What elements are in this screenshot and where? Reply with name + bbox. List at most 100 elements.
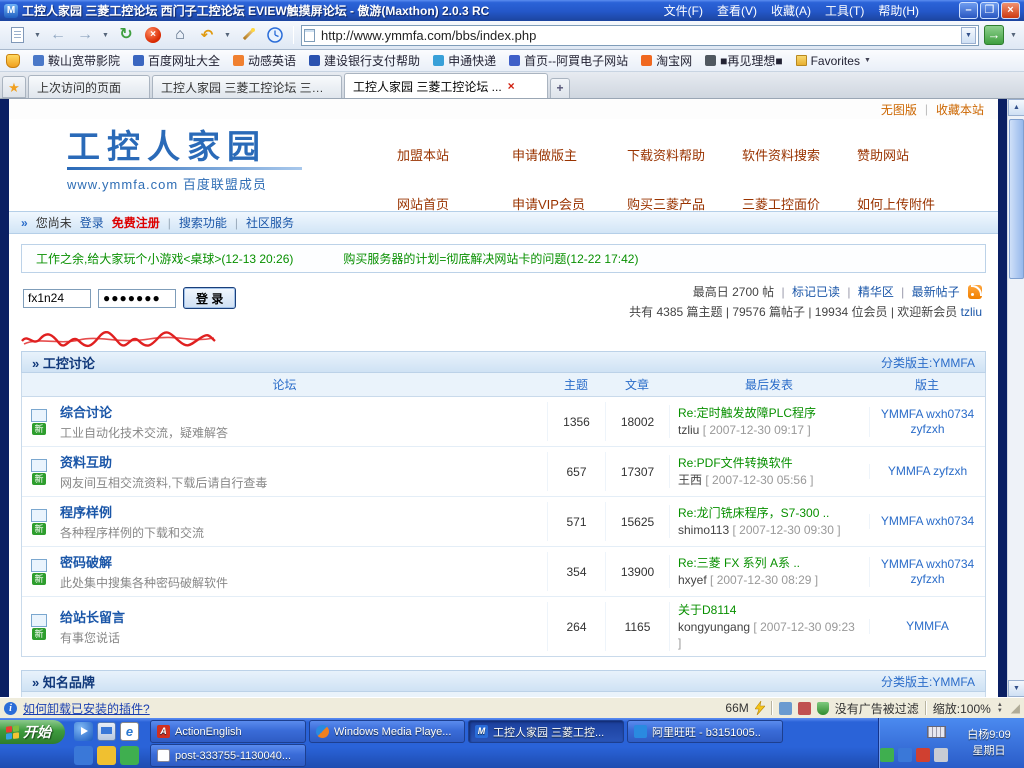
header-link[interactable]: 加盟本站 xyxy=(397,145,512,164)
proxy-icon[interactable] xyxy=(798,702,811,715)
bookmark-item[interactable]: 淘宝网 xyxy=(641,52,692,69)
history-caret-icon[interactable]: ▼ xyxy=(101,32,110,39)
address-dropdown-caret-icon[interactable]: ▼ xyxy=(961,27,976,44)
refresh-button[interactable]: ↻ xyxy=(115,24,137,46)
menu-file[interactable]: 文件(F) xyxy=(664,2,703,19)
taskbar-button-aliwangwang[interactable]: 阿里旺旺 - b3151005.. xyxy=(627,720,783,743)
home-button[interactable]: ⌂ xyxy=(169,24,191,46)
no-image-version-link[interactable]: 无图版 xyxy=(881,101,917,118)
magic-fill-button[interactable] xyxy=(237,24,259,46)
forum-name-link[interactable]: 资料互助 xyxy=(60,455,112,470)
ad-filter-shield-icon[interactable] xyxy=(817,702,829,715)
forum-name-link[interactable]: 密码破解 xyxy=(60,555,112,570)
zoom-arrows[interactable]: ▲▼ xyxy=(997,702,1003,714)
undo-button[interactable]: ↶ xyxy=(196,24,218,46)
header-link[interactable]: 软件资料搜索 xyxy=(742,145,857,164)
bookmarks-shield-icon[interactable] xyxy=(6,54,20,68)
header-link[interactable]: 赞助网站 xyxy=(857,145,972,164)
header-link[interactable]: 三菱工控面价 xyxy=(742,194,857,213)
menu-tools[interactable]: 工具(T) xyxy=(825,2,864,19)
username-input[interactable] xyxy=(23,289,91,308)
vertical-scrollbar[interactable]: ▲ ▼ xyxy=(1007,99,1024,697)
header-link[interactable]: 申请VIP会员 xyxy=(512,194,627,213)
moderators-link[interactable]: YMMFA wxh0734 zyfzxh xyxy=(869,407,985,437)
quick-launch-app-icon[interactable] xyxy=(120,746,139,765)
bookmark-site-link[interactable]: 收藏本站 xyxy=(936,101,984,118)
go-caret-icon[interactable]: ▼ xyxy=(1009,32,1018,39)
undo-caret-icon[interactable]: ▼ xyxy=(223,32,232,39)
forum-name-link[interactable]: 综合讨论 xyxy=(60,405,112,420)
tab-close-icon[interactable]: × xyxy=(508,80,515,92)
media-player-quick-icon[interactable] xyxy=(74,722,93,741)
close-button[interactable]: × xyxy=(1001,2,1020,19)
address-input[interactable] xyxy=(319,27,957,44)
maximize-button[interactable]: ❐ xyxy=(980,2,999,19)
new-page-caret-icon[interactable]: ▼ xyxy=(33,32,42,39)
last-post-author[interactable]: tzliu xyxy=(678,423,699,437)
section-moderator-link[interactable]: 分类版主:YMMFA xyxy=(881,673,975,690)
menu-help[interactable]: 帮助(H) xyxy=(878,2,919,19)
antivirus-tray-icon[interactable] xyxy=(880,748,894,762)
header-link[interactable]: 购买三菱产品 xyxy=(627,194,742,213)
moderators-link[interactable]: YMMFA xyxy=(869,619,985,634)
boost-bolt-icon[interactable] xyxy=(755,701,765,715)
moderators-link[interactable]: YMMFA zyfzxh xyxy=(869,464,985,479)
resize-grip[interactable]: ◢ xyxy=(1011,702,1020,714)
stop-button[interactable]: × xyxy=(142,24,164,46)
zoom-level[interactable]: 缩放:100% xyxy=(933,700,991,717)
section-moderator-link[interactable]: 分类版主:YMMFA xyxy=(881,354,975,371)
back-button[interactable]: ← xyxy=(47,24,69,46)
community-service-link[interactable]: 社区服务 xyxy=(246,214,294,231)
mark-read-link[interactable]: 标记已读 xyxy=(792,285,840,299)
forward-button[interactable]: → xyxy=(74,24,96,46)
new-member-link[interactable]: tzliu xyxy=(961,305,982,319)
show-desktop-icon[interactable] xyxy=(97,722,116,741)
last-post-link[interactable]: 关于D8114 xyxy=(678,602,861,618)
history-clock-button[interactable] xyxy=(264,24,286,46)
address-bar[interactable]: ▼ xyxy=(301,25,979,46)
last-post-author[interactable]: hxyef xyxy=(678,573,707,587)
menu-view[interactable]: 查看(V) xyxy=(717,2,757,19)
last-post-author[interactable]: 王西 xyxy=(678,473,702,487)
quick-launch-app-icon[interactable] xyxy=(97,746,116,765)
quick-launch-app-icon[interactable] xyxy=(74,746,93,765)
last-post-link[interactable]: Re:龙门铣床程序，S7-300 .. xyxy=(678,505,861,521)
section-title[interactable]: » 知名品牌 xyxy=(32,672,95,691)
newest-posts-link[interactable]: 最新帖子 xyxy=(912,285,960,299)
go-button[interactable]: → xyxy=(984,25,1004,45)
taskbar-button-wmp[interactable]: Windows Media Playe... xyxy=(309,720,465,743)
volume-tray-icon[interactable] xyxy=(934,748,948,762)
messenger-tray-icon[interactable] xyxy=(898,748,912,762)
scrollbar-thumb[interactable] xyxy=(1009,119,1024,279)
internet-explorer-icon[interactable]: e xyxy=(120,722,139,741)
login-button[interactable]: 登 录 xyxy=(183,287,236,309)
section-title[interactable]: » 工控讨论 xyxy=(32,353,95,372)
tab-forum-background[interactable]: 工控人家园 三菱工控论坛 三菱... xyxy=(152,75,342,98)
announcement-link[interactable]: 工作之余,给大家玩个小游戏<桌球>(12-13 20:26) xyxy=(36,250,293,267)
header-link[interactable]: 如何上传附件 xyxy=(857,194,972,213)
scroll-down-button[interactable]: ▼ xyxy=(1008,680,1024,697)
forum-name-link[interactable]: 给站长留言 xyxy=(60,610,125,625)
minimize-button[interactable]: – xyxy=(959,2,978,19)
rss-icon[interactable] xyxy=(968,285,982,299)
start-button[interactable]: 开始 xyxy=(0,720,65,744)
plugin-help-link[interactable]: 如何卸载已安装的插件? xyxy=(23,700,150,717)
forum-name-link[interactable]: 程序样例 xyxy=(60,505,112,520)
last-post-author[interactable]: shimo113 xyxy=(678,523,729,537)
taskbar-clock[interactable]: 白杨9:09 星期日 xyxy=(954,718,1024,768)
tab-forum-active[interactable]: 工控人家园 三菱工控论坛 ...× xyxy=(344,73,548,98)
bookmark-item[interactable]: 建设银行支付帮助 xyxy=(309,52,420,69)
last-post-link[interactable]: Re:PDF文件转换软件 xyxy=(678,455,861,471)
last-post-link[interactable]: Re:定时触发故障PLC程序 xyxy=(678,405,861,421)
new-tab-button[interactable]: + xyxy=(550,78,570,98)
bookmark-item[interactable]: 动感英语 xyxy=(233,52,296,69)
search-function-link[interactable]: 搜索功能 xyxy=(179,214,227,231)
bookmark-item[interactable]: 申通快递 xyxy=(433,52,496,69)
network-tray-icon[interactable] xyxy=(916,748,930,762)
taskbar-button-forum-active[interactable]: M工控人家园 三菱工控... xyxy=(468,720,624,743)
favorites-panel-button[interactable]: ★ xyxy=(2,76,26,98)
announcement-link[interactable]: 购买服务器的计划=彻底解决网站卡的问题(12-22 17:42) xyxy=(343,250,638,267)
moderators-link[interactable]: YMMFA wxh0734 zyfzxh xyxy=(869,557,985,587)
taskbar-button-actionenglish[interactable]: AActionEnglish xyxy=(150,720,306,743)
bookmark-item[interactable]: ■再见理想■ xyxy=(705,52,783,69)
